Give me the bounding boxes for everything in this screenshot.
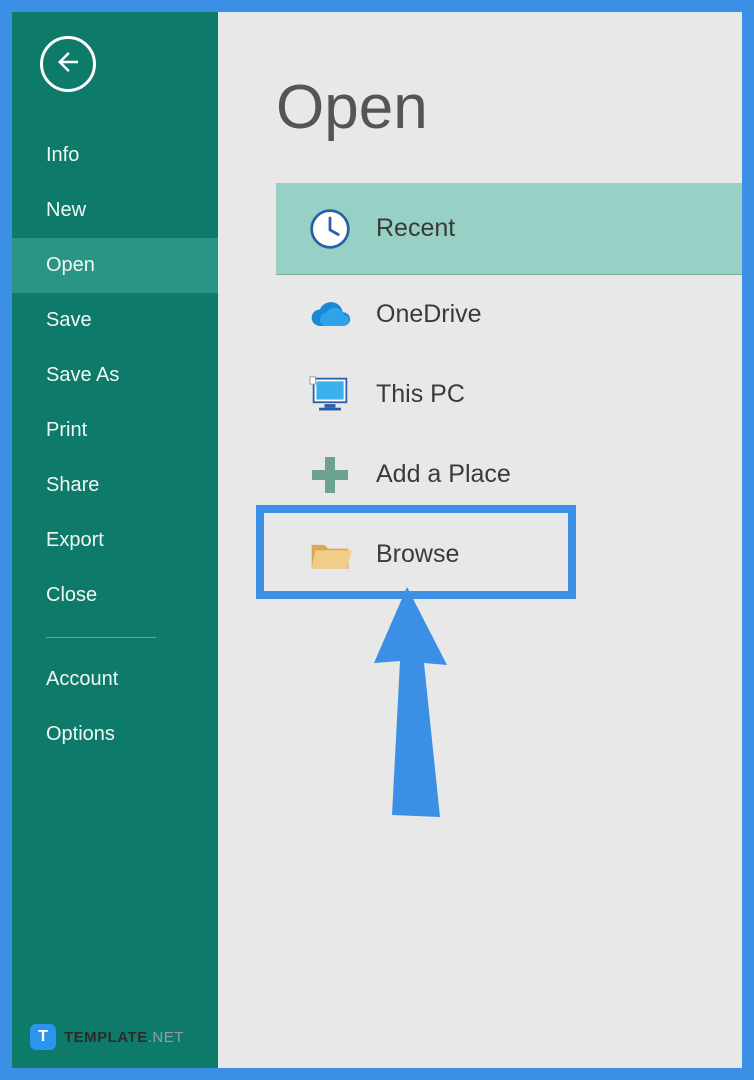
watermark-name: TEMPLATE <box>64 1029 148 1046</box>
page-title: Open <box>276 72 742 143</box>
watermark-suffix: .NET <box>148 1029 184 1046</box>
sidebar-item-export[interactable]: Export <box>12 513 218 568</box>
places-list: Recent OneDrive This PC Add a Place <box>276 183 742 595</box>
sidebar-item-label: Account <box>46 668 118 690</box>
place-label: This PC <box>376 380 465 409</box>
place-label: OneDrive <box>376 300 482 329</box>
sidebar-item-label: Export <box>46 529 104 551</box>
watermark-text: TEMPLATE.NET <box>64 1029 184 1046</box>
sidebar-item-label: Open <box>46 254 95 276</box>
sidebar-item-label: Save <box>46 309 92 331</box>
monitor-icon <box>298 375 362 415</box>
place-label: Recent <box>376 214 455 243</box>
arrow-left-icon <box>53 47 83 82</box>
place-add-a-place[interactable]: Add a Place <box>276 435 742 515</box>
sidebar-item-save[interactable]: Save <box>12 293 218 348</box>
sidebar-item-label: Info <box>46 144 79 166</box>
sidebar-item-account[interactable]: Account <box>12 652 218 707</box>
folder-open-icon <box>298 537 362 573</box>
main-panel: Open Recent OneDrive This PC <box>218 12 742 1068</box>
sidebar-item-label: Save As <box>46 364 119 386</box>
cloud-icon <box>298 300 362 330</box>
app-frame: Info New Open Save Save As Print Share E… <box>0 0 754 1080</box>
sidebar-item-info[interactable]: Info <box>12 128 218 183</box>
place-recent[interactable]: Recent <box>276 183 742 275</box>
place-this-pc[interactable]: This PC <box>276 355 742 435</box>
sidebar-item-label: New <box>46 199 86 221</box>
plus-icon <box>298 455 362 495</box>
clock-icon <box>298 207 362 251</box>
sidebar-item-save-as[interactable]: Save As <box>12 348 218 403</box>
back-button[interactable] <box>40 36 96 92</box>
place-browse[interactable]: Browse <box>276 515 742 595</box>
sidebar-item-share[interactable]: Share <box>12 458 218 513</box>
backstage-sidebar: Info New Open Save Save As Print Share E… <box>12 12 218 1068</box>
sidebar-item-print[interactable]: Print <box>12 403 218 458</box>
sidebar-item-new[interactable]: New <box>12 183 218 238</box>
sidebar-item-label: Close <box>46 584 97 606</box>
sidebar-item-label: Print <box>46 419 87 441</box>
watermark: T TEMPLATE.NET <box>30 1024 184 1050</box>
place-onedrive[interactable]: OneDrive <box>276 275 742 355</box>
sidebar-item-options[interactable]: Options <box>12 707 218 762</box>
sidebar-item-close[interactable]: Close <box>12 568 218 623</box>
sidebar-divider <box>46 637 156 638</box>
sidebar-item-label: Share <box>46 474 99 496</box>
sidebar-item-open[interactable]: Open <box>12 238 218 293</box>
watermark-badge-icon: T <box>30 1024 56 1050</box>
place-label: Add a Place <box>376 460 511 489</box>
sidebar-item-label: Options <box>46 723 115 745</box>
place-label: Browse <box>376 540 459 569</box>
